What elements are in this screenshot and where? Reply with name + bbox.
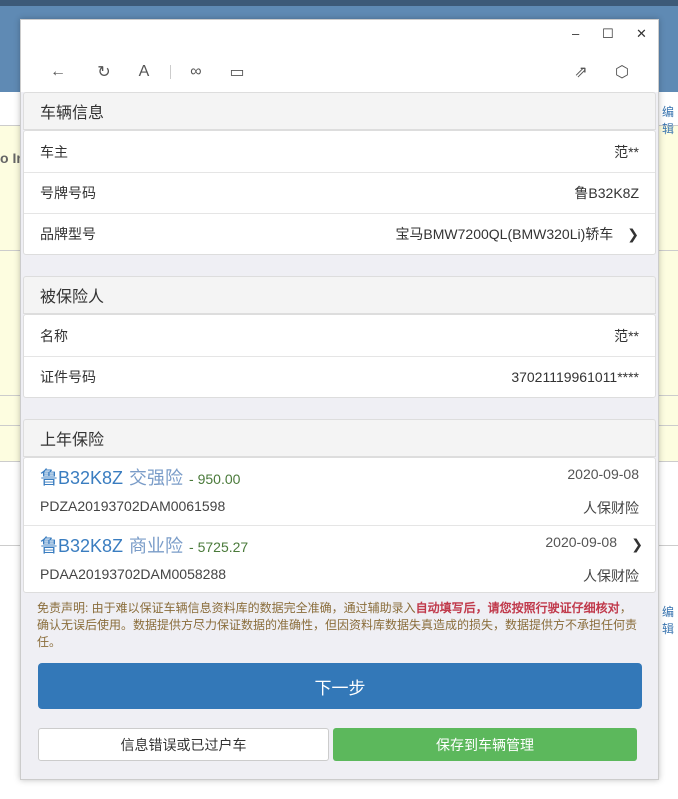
value: 范** <box>614 327 639 344</box>
policy-company: 人保财险 <box>583 500 639 516</box>
policy-type: 商业险 <box>129 536 184 556</box>
section-title: 上年保险 <box>23 419 656 457</box>
back-icon[interactable]: ← <box>46 62 70 82</box>
row-model[interactable]: 品牌型号 宝马BMW7200QL(BMW320Li)轿车 ❯ <box>24 213 655 254</box>
policy-item[interactable]: 鲁B32K8Z 交强险 - 950.00 2020-09-08 PDZA201937… <box>24 458 655 525</box>
insured-section: 被保险人 名称 范** 证件号码 37021119961011**** <box>23 276 656 398</box>
next-button[interactable]: 下一步 <box>38 663 642 709</box>
row-id: 证件号码 37021119961011**** <box>24 356 655 397</box>
chevron-right-icon: ❯ <box>627 226 639 242</box>
background-edit-link[interactable]: 编辑 <box>662 603 678 637</box>
policy-plate: 鲁B32K8Z <box>40 468 124 488</box>
window-icon[interactable]: ▭ <box>225 62 249 82</box>
info-error-button[interactable]: 信息错误或已过户车 <box>38 728 329 761</box>
policy-type: 交强险 <box>129 468 184 488</box>
policy-plate: 鲁B32K8Z <box>40 536 124 556</box>
cube-icon[interactable]: ⬡ <box>610 62 634 82</box>
title-bar: – ☐ ✕ ← ↻ A ∞ ▭ ⇗ ⬡ <box>21 20 658 92</box>
policy-amount: - 950.00 <box>189 471 241 487</box>
label: 证件号码 <box>40 369 96 385</box>
label: 品牌型号 <box>40 226 96 242</box>
last-year-section: 上年保险 鲁B32K8Z 交强险 - 950.00 2020-09-08 PDZA2… <box>23 419 656 593</box>
disclaimer-text: 免责声明: 由于难以保证车辆信息资料库的数据完全准确，通过辅助录入 <box>37 601 416 615</box>
font-icon[interactable]: A <box>132 62 156 82</box>
section-title: 车辆信息 <box>23 92 656 130</box>
value: 宝马BMW7200QL(BMW320Li)轿车 <box>395 226 614 242</box>
row-plate: 号牌号码 鲁B32K8Z <box>24 172 655 213</box>
share-icon[interactable]: ⇗ <box>569 62 593 82</box>
row-owner: 车主 范** <box>24 131 655 172</box>
policy-date: 2020-09-08 <box>567 466 639 482</box>
disclaimer: 免责声明: 由于难以保证车辆信息资料库的数据完全准确，通过辅助录入自动填写后，请… <box>21 600 658 651</box>
link-icon[interactable]: ∞ <box>184 62 208 82</box>
minimize-button[interactable]: – <box>572 26 579 41</box>
policy-date: 2020-09-08 <box>545 534 617 550</box>
chevron-right-icon: ❯ <box>631 536 643 552</box>
toolbar-separator <box>170 65 171 79</box>
value: 37021119961011**** <box>511 369 639 385</box>
refresh-icon[interactable]: ↻ <box>92 62 116 82</box>
row-name: 名称 范** <box>24 315 655 356</box>
value: 鲁B32K8Z <box>574 185 639 201</box>
policy-number: PDAA20193702DAM0058288 <box>40 566 227 582</box>
value: 范** <box>614 143 639 160</box>
save-vehicle-button[interactable]: 保存到车辆管理 <box>333 728 637 761</box>
policy-item[interactable]: 鲁B32K8Z 商业险 - 5725.27 2020-09-08 ❯ PDAA201… <box>24 525 655 592</box>
disclaimer-highlight: 自动填写后，请您按照行驶证仔细核对 <box>415 601 620 615</box>
maximize-button[interactable]: ☐ <box>602 26 614 42</box>
section-title: 被保险人 <box>23 276 656 314</box>
policy-amount: - 5725.27 <box>189 539 249 555</box>
popup-window: – ☐ ✕ ← ↻ A ∞ ▭ ⇗ ⬡ 车辆信息 车主 范** 号牌号码 鲁B32K… <box>20 19 659 780</box>
label: 车主 <box>40 143 68 160</box>
close-button[interactable]: ✕ <box>636 26 647 42</box>
vehicle-section: 车辆信息 车主 范** 号牌号码 鲁B32K8Z 品牌型号 宝马BMW7200QL(B… <box>23 92 656 255</box>
background-edit-link[interactable]: 编辑 <box>662 103 678 137</box>
label: 号牌号码 <box>40 185 96 201</box>
policy-number: PDZA20193702DAM0061598 <box>40 498 226 514</box>
label: 名称 <box>40 327 68 344</box>
policy-company: 人保财险 <box>583 568 639 584</box>
